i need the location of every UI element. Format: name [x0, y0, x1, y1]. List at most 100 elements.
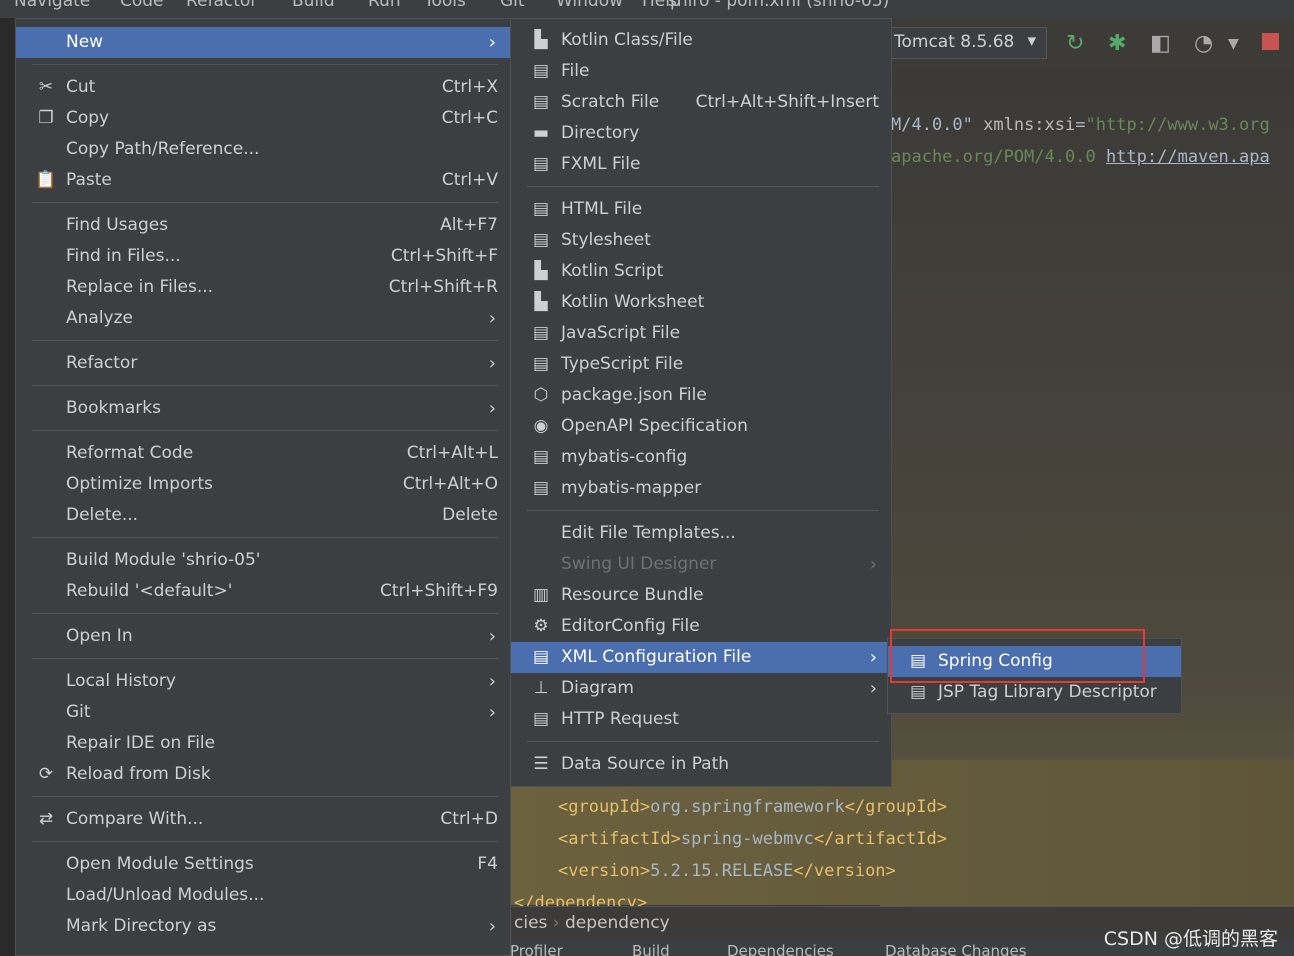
- menu-item-label: Bookmarks: [66, 398, 161, 418]
- menu-window[interactable]: Window: [556, 0, 623, 11]
- breadcrumb-item[interactable]: dependency: [565, 913, 670, 933]
- stop-icon[interactable]: [1262, 33, 1279, 50]
- menu-tools[interactable]: Tools: [424, 0, 466, 11]
- menu-item-reload-from-disk[interactable]: ⟳ Reload from Disk: [16, 759, 510, 790]
- menu-item-label: FXML File: [561, 154, 641, 174]
- menu-item-xml-configuration-file[interactable]: ▤ XML Configuration File ›: [511, 642, 891, 673]
- menu-code[interactable]: Code: [120, 0, 164, 11]
- menu-item-label: Kotlin Class/File: [561, 30, 693, 50]
- chevron-right-icon: ›: [488, 353, 496, 374]
- menu-item-fxml-file[interactable]: ▤ FXML File: [511, 149, 891, 180]
- menu-item-html-file[interactable]: ▤ HTML File: [511, 194, 891, 225]
- menu-item-find-usages[interactable]: Find Usages Alt+F7: [16, 210, 510, 241]
- menu-item-mybatis-mapper[interactable]: ▤ mybatis-mapper: [511, 473, 891, 504]
- menu-item-label: XML Configuration File: [561, 647, 752, 667]
- menu-item-label: Reload from Disk: [66, 764, 211, 784]
- folder-icon: ▬: [532, 123, 550, 143]
- tool-tab-build[interactable]: Build: [632, 942, 670, 956]
- menu-item-optimize-imports[interactable]: Optimize Imports Ctrl+Alt+O: [16, 469, 510, 500]
- menu-item-editorconfig-file[interactable]: ⚙ EditorConfig File: [511, 611, 891, 642]
- menu-refactor[interactable]: Refactor: [186, 0, 257, 11]
- menu-item-label: Reformat Code: [66, 443, 194, 463]
- menu-item-new[interactable]: New ›: [16, 27, 510, 58]
- menu-git[interactable]: Git: [500, 0, 525, 11]
- menu-item-cut[interactable]: ✂ Cut Ctrl+X: [16, 72, 510, 103]
- menu-item-delete[interactable]: Delete... Delete: [16, 500, 510, 531]
- scissors-icon: ✂: [38, 77, 54, 97]
- paste-icon: 📋: [35, 170, 57, 190]
- menu-item-open-in[interactable]: Open In ›: [16, 621, 510, 652]
- menu-item-resource-bundle[interactable]: ▥ Resource Bundle: [511, 580, 891, 611]
- menu-item-build-module-shrio-05[interactable]: Build Module 'shrio-05': [16, 545, 510, 576]
- menu-item-label: mybatis-mapper: [561, 478, 702, 498]
- shortcut: Ctrl+Shift+F9: [380, 581, 498, 601]
- menu-item-local-history[interactable]: Local History ›: [16, 666, 510, 697]
- menu-item-paste[interactable]: 📋 Paste Ctrl+V: [16, 165, 510, 196]
- menu-item-git[interactable]: Git ›: [16, 697, 510, 728]
- menu-item-typescript-file[interactable]: ▤ TypeScript File: [511, 349, 891, 380]
- code-line: <artifactId>spring-webmvc</artifactId>: [558, 829, 947, 849]
- tool-tab-profiler[interactable]: Profiler: [510, 942, 563, 956]
- menu-item-load-unload-modules[interactable]: Load/Unload Modules...: [16, 880, 510, 911]
- breadcrumb-item[interactable]: cies: [514, 913, 547, 933]
- run-config-selector[interactable]: Tomcat 8.5.68 ▾: [885, 27, 1047, 59]
- menu-item-replace-in-files[interactable]: Replace in Files... Ctrl+Shift+R: [16, 272, 510, 303]
- menu-item-package-json-file[interactable]: ⬡ package.json File: [511, 380, 891, 411]
- menu-item-copy-path-reference[interactable]: Copy Path/Reference...: [16, 134, 510, 165]
- menu-item-refactor[interactable]: Refactor ›: [16, 348, 510, 379]
- chevron-right-icon: ›: [488, 398, 496, 419]
- profile-icon[interactable]: ◔: [1194, 31, 1213, 56]
- menu-separator: [16, 424, 510, 438]
- coverage-icon[interactable]: ◧: [1150, 31, 1171, 56]
- chevron-down-icon: ▾: [1027, 31, 1036, 51]
- menu-item-bookmarks[interactable]: Bookmarks ›: [16, 393, 510, 424]
- menu-item-swing-ui-designer[interactable]: Swing UI Designer ›: [511, 549, 891, 580]
- menu-item-label: Local History: [66, 671, 176, 691]
- menu-item-compare-with[interactable]: ⇄ Compare With... Ctrl+D: [16, 804, 510, 835]
- shortcut: Ctrl+Alt+L: [406, 443, 498, 463]
- menu-item-rebuild-default[interactable]: Rebuild '<default>' Ctrl+Shift+F9: [16, 576, 510, 607]
- menu-item-analyze[interactable]: Analyze ›: [16, 303, 510, 334]
- menu-item-reformat-code[interactable]: Reformat Code Ctrl+Alt+L: [16, 438, 510, 469]
- menu-item-label: Compare With...: [66, 809, 204, 829]
- menu-item-mark-directory-as[interactable]: Mark Directory as ›: [16, 911, 510, 942]
- menu-item-kotlin-worksheet[interactable]: ▙ Kotlin Worksheet: [511, 287, 891, 318]
- chevron-down-icon[interactable]: ▼: [1228, 36, 1239, 52]
- menu-item-file[interactable]: ▤ File: [511, 56, 891, 87]
- openapi-icon: ◉: [533, 416, 549, 436]
- menu-item-scratch-file[interactable]: ▤ Scratch File Ctrl+Alt+Shift+Insert: [511, 87, 891, 118]
- menu-item-kotlin-class-file[interactable]: ▙ Kotlin Class/File: [511, 25, 891, 56]
- menu-item-edit-file-templates[interactable]: Edit File Templates...: [511, 518, 891, 549]
- css-file-icon: ▤: [532, 230, 550, 250]
- menu-item-repair-ide-on-file[interactable]: Repair IDE on File: [16, 728, 510, 759]
- menu-item-openapi-specification[interactable]: ◉ OpenAPI Specification: [511, 411, 891, 442]
- tool-tab-database-changes[interactable]: Database Changes: [885, 942, 1027, 956]
- chevron-right-icon: ›: [488, 308, 496, 329]
- menu-item-label: Delete...: [66, 505, 139, 525]
- menu-item-copy[interactable]: ❐ Copy Ctrl+C: [16, 103, 510, 134]
- debug-icon[interactable]: ✱: [1108, 31, 1126, 56]
- menu-item-label: OpenAPI Specification: [561, 416, 748, 436]
- menu-build[interactable]: Build: [292, 0, 335, 11]
- copy-icon: ❐: [38, 108, 54, 128]
- tool-tab-dependencies[interactable]: Dependencies: [727, 942, 834, 956]
- menu-item-label: HTTP Request: [561, 709, 679, 729]
- menu-run[interactable]: Run: [368, 0, 401, 11]
- xml-file-icon: ▤: [532, 647, 550, 667]
- menu-item-kotlin-script[interactable]: ▙ Kotlin Script: [511, 256, 891, 287]
- api-icon: ▤: [532, 709, 550, 729]
- menu-item-directory[interactable]: ▬ Directory: [511, 118, 891, 149]
- menu-item-find-in-files[interactable]: Find in Files... Ctrl+Shift+F: [16, 241, 510, 272]
- js-file-icon: ▤: [532, 323, 550, 343]
- menu-navigate[interactable]: Navigate: [14, 0, 90, 11]
- menu-item-javascript-file[interactable]: ▤ JavaScript File: [511, 318, 891, 349]
- menu-item-stylesheet[interactable]: ▤ Stylesheet: [511, 225, 891, 256]
- menu-bar: Navigate Code Refactor Build Run Tools Git Wind…: [0, 0, 1294, 18]
- menu-item-open-module-settings[interactable]: Open Module Settings F4: [16, 849, 510, 880]
- menu-item-diagram[interactable]: ⊥ Diagram ›: [511, 673, 891, 704]
- menu-item-http-request[interactable]: ▤ HTTP Request: [511, 704, 891, 735]
- rerun-icon[interactable]: ↻: [1066, 31, 1084, 56]
- menu-item-mybatis-config[interactable]: ▤ mybatis-config: [511, 442, 891, 473]
- window-title: shiro - pom.xml (shrio-05): [668, 0, 890, 11]
- menu-item-data-source-in-path[interactable]: ☰ Data Source in Path: [511, 749, 891, 780]
